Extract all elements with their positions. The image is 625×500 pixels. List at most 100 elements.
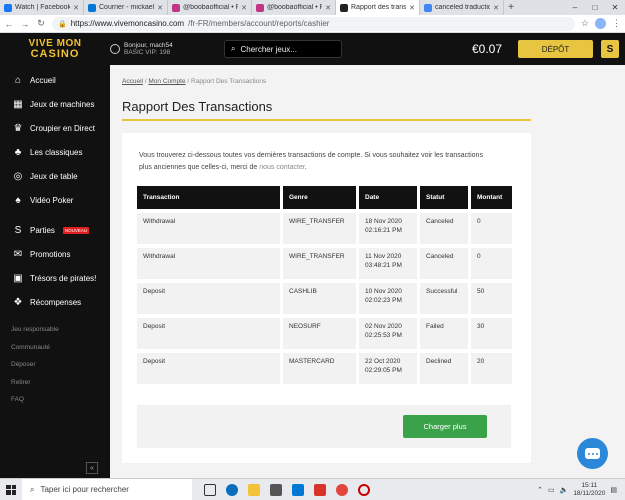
sidebar-item[interactable]: ▦ Jeux de machines xyxy=(0,92,110,116)
sidebar-item[interactable]: ❖ Récompenses xyxy=(0,290,110,314)
home-icon: ⌂ xyxy=(14,74,22,86)
taskbar-search[interactable]: ⌕ Taper ici pour rechercher xyxy=(22,478,192,500)
tray-chevron-icon[interactable]: ⌃ xyxy=(537,486,543,494)
tab-close-icon[interactable]: ✕ xyxy=(73,4,79,12)
collapse-sidebar-button[interactable]: « xyxy=(86,462,98,474)
tab-close-icon[interactable]: ✕ xyxy=(493,4,499,12)
cell-amount: 0 xyxy=(471,213,512,244)
slot-machine-icon: ▦ xyxy=(13,98,23,110)
sidebar-item[interactable]: ✉ Promotions xyxy=(0,242,110,266)
treasure-icon: ▣ xyxy=(13,272,23,284)
brand-icon[interactable]: S xyxy=(601,40,619,58)
task-view-icon[interactable] xyxy=(204,483,216,496)
close-window-icon[interactable]: ✕ xyxy=(605,0,625,15)
user-avatar-icon xyxy=(110,44,120,54)
store-icon[interactable] xyxy=(270,483,282,496)
vip-status: BASIC VIP: 198 xyxy=(124,49,171,56)
search-input[interactable]: ⌕ Chercher jeux... xyxy=(224,40,342,58)
sidebar-item[interactable]: ♠ Vidéo Poker xyxy=(0,188,110,212)
browser-tab[interactable]: canceled traduction ✕ xyxy=(420,0,504,15)
new-tab-button[interactable]: + xyxy=(504,0,518,15)
opera-icon[interactable] xyxy=(358,483,370,496)
load-more-area: Charger plus xyxy=(137,405,511,448)
sidebar-item[interactable]: ♛ Croupier en Direct xyxy=(0,116,110,140)
sidebar-item[interactable]: ◎ Jeux de table xyxy=(0,164,110,188)
file-explorer-icon[interactable] xyxy=(248,483,260,496)
user-info[interactable]: Bonjour, mach54 BASIC VIP: 198 xyxy=(110,42,220,56)
url-host: https://www.vivemoncasino.com xyxy=(70,19,185,28)
sidebar-link[interactable]: Retirer xyxy=(0,374,110,392)
tab-label: Watch | Facebook xyxy=(15,4,71,11)
volume-icon[interactable]: 🔈 xyxy=(560,486,569,494)
sidebar-link[interactable]: FAQ xyxy=(0,391,110,409)
tab-close-icon[interactable]: ✕ xyxy=(241,4,247,12)
mail-icon[interactable] xyxy=(292,483,304,496)
sidebar-item-label: Promotions xyxy=(30,249,71,259)
contact-link[interactable]: nous contacter xyxy=(259,164,305,171)
edge-icon[interactable] xyxy=(226,483,238,496)
load-more-button[interactable]: Charger plus xyxy=(403,415,487,438)
sidebar-item[interactable]: S Parties NOUVEAU xyxy=(0,218,110,242)
cell-date: 02 Nov 2020 02:25:53 PM xyxy=(359,318,417,349)
title-underline xyxy=(122,119,531,121)
reload-icon[interactable]: ↻ xyxy=(36,18,46,29)
tab-close-icon[interactable]: ✕ xyxy=(409,4,415,12)
cards-icon: ♣ xyxy=(14,146,22,158)
sidebar-link[interactable]: Jeu responsable xyxy=(0,321,110,339)
minimize-icon[interactable]: – xyxy=(565,0,585,15)
search-placeholder: Chercher jeux... xyxy=(240,44,297,54)
forward-icon[interactable]: → xyxy=(20,19,30,29)
browser-tab[interactable]: Rapport des transac✕ xyxy=(336,0,420,15)
parties-icon: S xyxy=(14,224,22,236)
cell-amount: 50 xyxy=(471,283,512,314)
cell-genre: NEOSURF xyxy=(283,318,356,349)
menu-icon[interactable]: ⋮ xyxy=(612,18,621,29)
roulette-icon: ◎ xyxy=(13,170,23,182)
sidebar-item[interactable]: ▣ Trésors de pirates! xyxy=(0,266,110,290)
table-header: Transaction Genre Date Statut Montant xyxy=(137,186,512,209)
clock[interactable]: 15:11 18/11/2020 xyxy=(573,482,605,498)
page-title: Rapport Des Transactions xyxy=(122,99,273,114)
tab-close-icon[interactable]: ✕ xyxy=(157,4,163,12)
star-icon[interactable]: ☆ xyxy=(581,18,589,29)
cell-amount: 30 xyxy=(471,318,512,349)
windows-taskbar: ⌕ Taper ici pour rechercher ⌃ ▭ 🔈 15:11 … xyxy=(0,478,625,500)
profile-avatar[interactable] xyxy=(595,18,606,29)
sidebar-link[interactable]: Communauté xyxy=(0,339,110,357)
browser-tab[interactable]: Watch | Facebook ✕ xyxy=(0,0,84,15)
tab-favicon-icon xyxy=(172,3,180,12)
sidebar-item[interactable]: ⌂ Accueil xyxy=(0,68,110,92)
browser-tab[interactable]: @boobaofficial • Ph ✕ xyxy=(168,0,252,15)
tab-close-icon[interactable]: ✕ xyxy=(325,4,331,12)
deposit-button[interactable]: DÉPÔT xyxy=(518,40,593,58)
browser-tab[interactable]: @boobaofficial • Ph ✕ xyxy=(252,0,336,15)
dealer-icon: ♛ xyxy=(13,122,23,134)
tab-label: @boobaofficial • Ph xyxy=(183,4,239,11)
app-icon[interactable] xyxy=(314,483,326,496)
cell-transaction: Deposit xyxy=(137,353,280,384)
breadcrumb-account[interactable]: Mon Compte xyxy=(148,78,185,85)
sidebar-item[interactable]: ♣ Les classiques xyxy=(0,140,110,164)
notifications-icon[interactable]: ▤ xyxy=(610,486,617,494)
greeting: Bonjour, mach54 xyxy=(124,42,173,49)
chat-button[interactable] xyxy=(577,438,608,469)
chat-bubble-icon xyxy=(585,448,600,459)
network-icon[interactable]: ▭ xyxy=(548,486,555,494)
cell-status: Successful xyxy=(420,283,468,314)
maximize-icon[interactable]: □ xyxy=(585,0,605,15)
sidebar-item-label: Jeux de machines xyxy=(30,99,95,109)
cell-status: Failed xyxy=(420,318,468,349)
tab-favicon-icon xyxy=(256,3,264,12)
url-field[interactable]: 🔒 https://www.vivemoncasino.com/fr-FR/me… xyxy=(52,16,575,31)
sidebar-item-label: Parties xyxy=(30,225,55,235)
col-amount: Montant xyxy=(471,186,512,209)
start-button[interactable] xyxy=(0,479,22,500)
site-logo[interactable]: VIVE MON CASINO xyxy=(0,33,110,65)
chrome-icon[interactable] xyxy=(336,483,348,496)
browser-tab[interactable]: Courrier - mickael0 ✕ xyxy=(84,0,168,15)
sidebar-link[interactable]: Déposer xyxy=(0,356,110,374)
breadcrumb-home[interactable]: Accueil xyxy=(122,78,143,85)
back-icon[interactable]: ← xyxy=(4,19,14,29)
cell-status: Declined xyxy=(420,353,468,384)
megaphone-icon: ✉ xyxy=(13,248,23,260)
